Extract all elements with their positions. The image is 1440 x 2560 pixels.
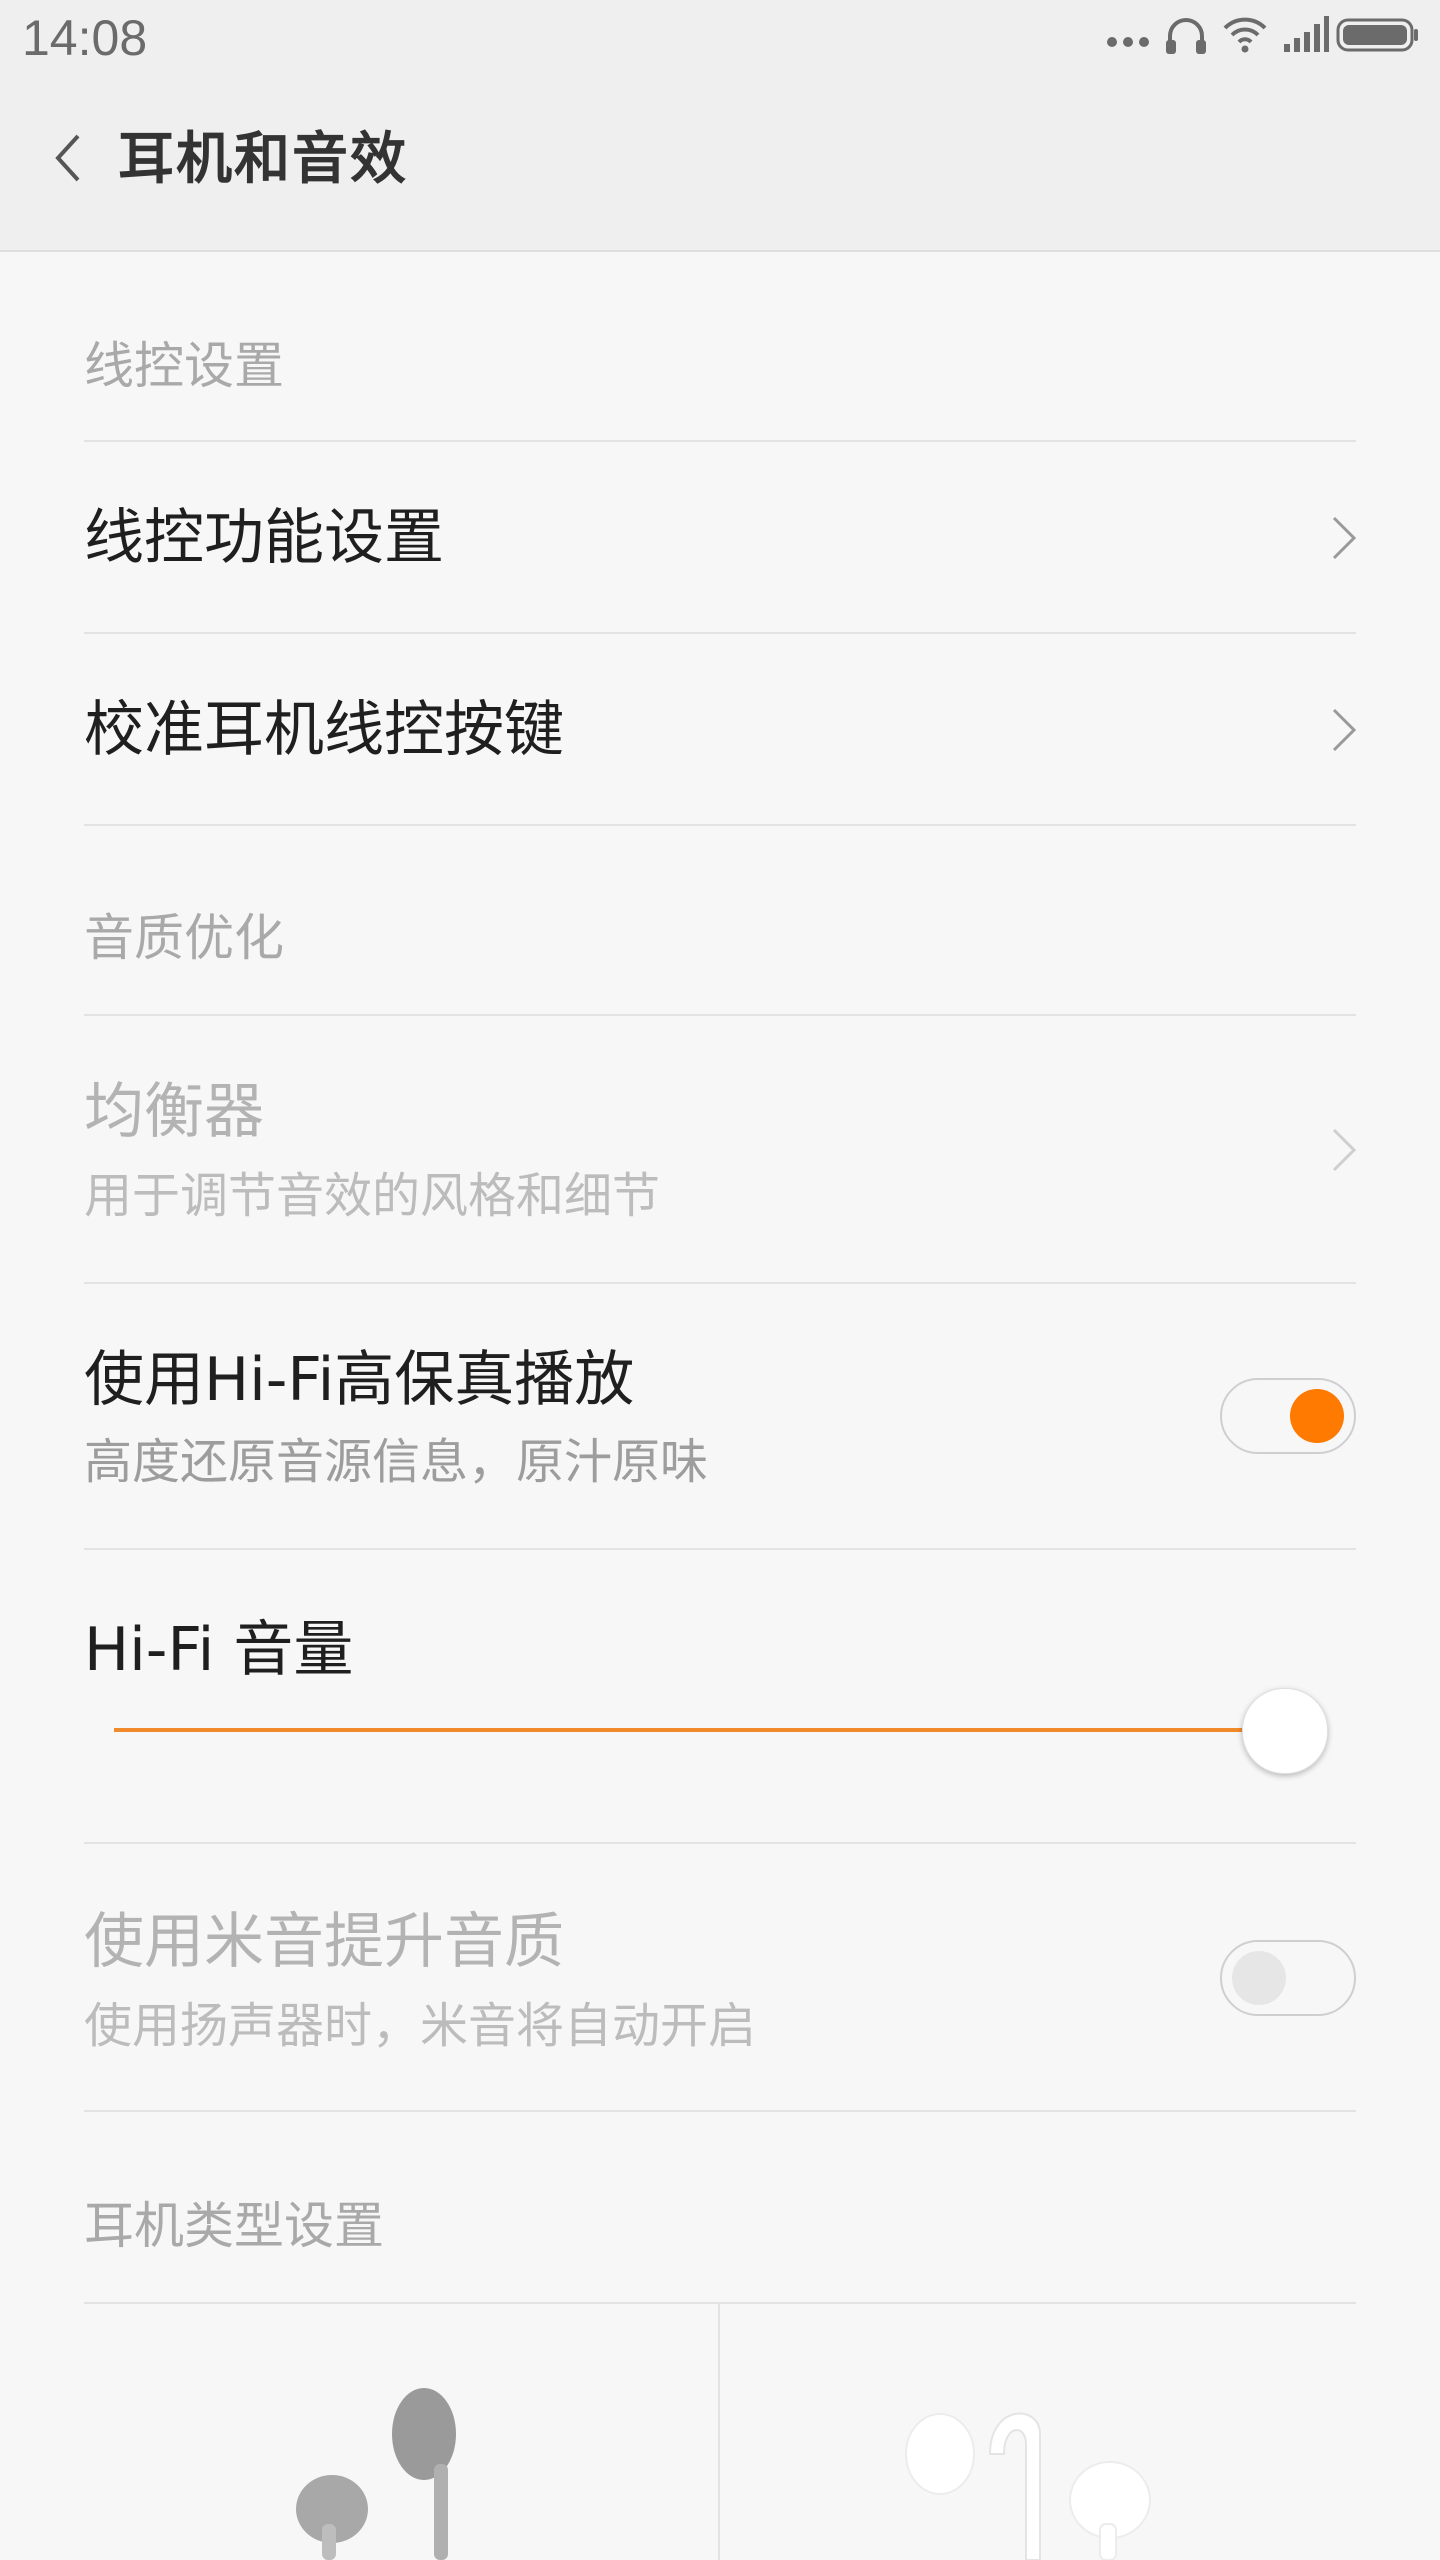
hifi-volume-slider-track[interactable]: [114, 1728, 1284, 1732]
hifi-playback-title: 使用Hi-Fi高保真播放: [84, 1345, 635, 1415]
divider: [84, 632, 1356, 634]
earphone-type-option-in-ear[interactable]: [720, 2304, 1356, 2560]
section-header-wire-control: 线控设置: [84, 337, 284, 395]
toggle-knob: [1232, 1951, 1286, 2005]
mi-sound-summary: 使用扬声器时，米音将自动开启: [84, 1998, 757, 2054]
divider: [84, 2110, 1356, 2112]
divider: [84, 1014, 1356, 1016]
divider: [84, 1842, 1356, 1844]
battery-icon: [1336, 18, 1418, 52]
more-dots-icon: [1107, 37, 1149, 47]
hifi-playback-toggle[interactable]: [1220, 1378, 1356, 1454]
wire-control-function-settings-title: 线控功能设置: [84, 503, 444, 573]
hifi-playback-summary: 高度还原音源信息，原汁原味: [84, 1434, 709, 1490]
divider: [84, 824, 1356, 826]
section-header-earphone-type: 耳机类型设置: [84, 2197, 384, 2255]
chevron-right-icon: [1332, 516, 1357, 560]
divider: [84, 440, 1356, 442]
divider: [84, 1548, 1356, 1550]
headset-icon: [1166, 18, 1206, 54]
toggle-knob: [1290, 1389, 1344, 1443]
earphone-type-option-earbud[interactable]: [84, 2304, 718, 2560]
wifi-icon: [1223, 17, 1267, 53]
chevron-right-icon: [1332, 708, 1357, 752]
earbud-headphones-gray-icon: [296, 2388, 456, 2560]
chevron-left-icon: [55, 134, 80, 182]
equalizer-summary: 用于调节音效的风格和细节: [84, 1168, 661, 1224]
signal-icon: [1284, 16, 1329, 52]
app-bar: 耳机和音效: [0, 78, 1440, 252]
divider: [84, 1282, 1356, 1284]
mi-sound-title: 使用米音提升音质: [84, 1907, 564, 1977]
calibrate-headset-buttons-title: 校准耳机线控按键: [84, 695, 564, 765]
hifi-volume-title: Hi-Fi 音量: [84, 1615, 354, 1685]
status-time: 14:08: [22, 10, 148, 66]
equalizer-title: 均衡器: [84, 1077, 264, 1147]
hifi-volume-slider-thumb[interactable]: [1242, 1688, 1328, 1774]
page-title: 耳机和音效: [118, 127, 408, 192]
status-bar: 14:08: [0, 0, 1440, 78]
chevron-right-icon: [1332, 1128, 1357, 1172]
mi-sound-toggle[interactable]: [1220, 1940, 1356, 2016]
in-ear-headphones-white-icon: [905, 2412, 1151, 2560]
back-button[interactable]: [40, 118, 100, 198]
section-header-sound-quality: 音质优化: [84, 909, 284, 967]
